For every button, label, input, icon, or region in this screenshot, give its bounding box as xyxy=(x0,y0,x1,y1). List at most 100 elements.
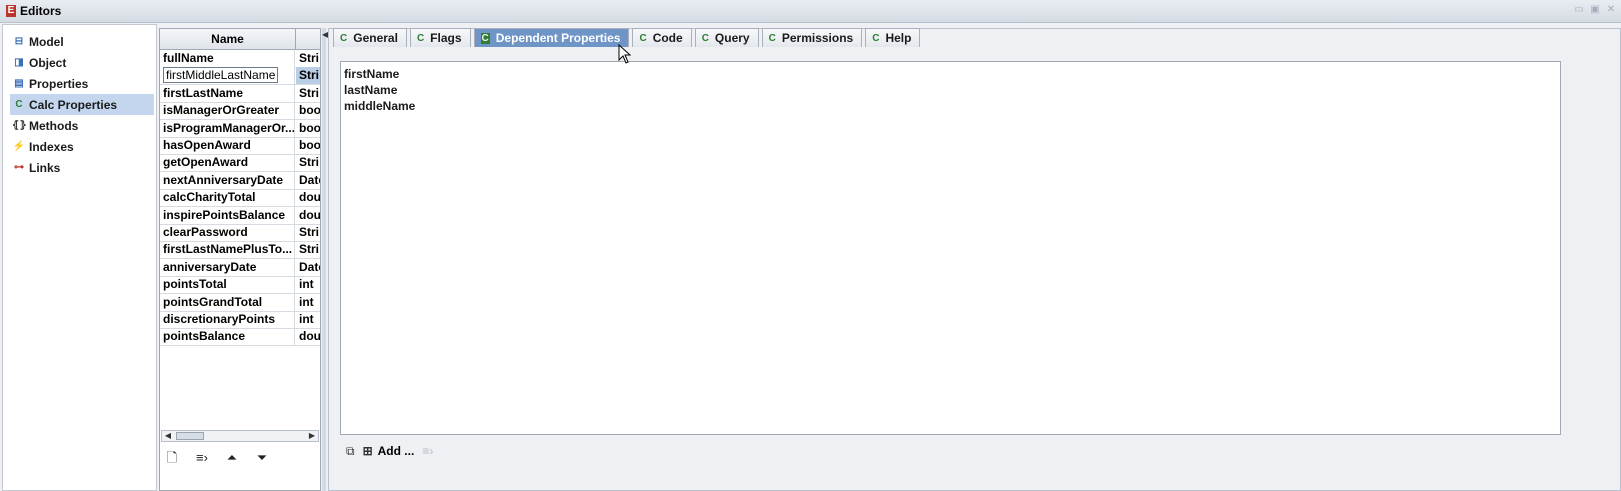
tab-dependent-properties[interactable]: C Dependent Properties xyxy=(473,28,630,47)
maximize-icon[interactable]: ▣ xyxy=(1589,4,1601,16)
type-cell[interactable]: Date xyxy=(296,259,320,276)
name-cell-editor[interactable]: firstMiddleLastName xyxy=(160,67,295,85)
nav-item-calc-properties[interactable]: C Calc Properties xyxy=(10,94,154,115)
horizontal-scrollbar[interactable]: ◀ ▶ xyxy=(161,430,319,442)
type-cell[interactable]: boo xyxy=(296,102,320,119)
type-cell[interactable]: int xyxy=(296,311,320,328)
name-cell[interactable]: firstLastNamePlusTo... xyxy=(160,241,295,259)
table-row[interactable]: inspirePointsBalance dou xyxy=(160,206,320,225)
nav-item-model[interactable]: ⊟ Model xyxy=(10,31,154,52)
methods-icon: ⦃⦄ xyxy=(12,119,27,131)
restore-icon[interactable]: ▭ xyxy=(1573,4,1585,16)
type-cell[interactable]: Stri xyxy=(296,154,320,171)
tab-permissions[interactable]: C Permissions xyxy=(761,28,863,47)
table-row[interactable]: firstLastName Stri xyxy=(160,84,320,103)
scroll-left-icon[interactable]: ◀ xyxy=(162,431,174,441)
table-row[interactable]: pointsGrandTotal int xyxy=(160,293,320,312)
table-row[interactable]: hasOpenAward boo xyxy=(160,137,320,155)
nav-item-properties[interactable]: ▤ Properties xyxy=(10,73,154,94)
type-cell[interactable]: int xyxy=(296,276,320,293)
name-cell[interactable]: fullName xyxy=(160,50,295,67)
type-cell[interactable]: Stri xyxy=(296,67,320,85)
type-cell[interactable]: Date xyxy=(296,172,320,189)
name-cell[interactable]: pointsBalance xyxy=(160,328,295,346)
name-cell[interactable]: hasOpenAward xyxy=(160,137,295,154)
table-row[interactable]: firstLastNamePlusTo... Stri xyxy=(160,241,320,260)
nav-item-object[interactable]: ◨ Object xyxy=(10,52,154,73)
table-row[interactable]: isManagerOrGreater boo xyxy=(160,102,320,121)
calc-properties-table: Name fullName Stri firstMiddleLastName Stri… xyxy=(159,28,321,491)
tab-query[interactable]: C Query xyxy=(694,28,759,47)
table-row[interactable]: nextAnniversaryDate Date xyxy=(160,171,320,190)
type-cell[interactable]: Stri xyxy=(296,224,320,241)
name-cell-text: discretionaryPoints xyxy=(163,312,276,326)
remove-icon[interactable]: ≡› xyxy=(422,444,433,458)
type-cell[interactable]: Stri xyxy=(296,50,320,67)
tab-help[interactable]: C Help xyxy=(865,28,921,47)
object-icon: ◨ xyxy=(14,56,24,68)
name-cell[interactable]: nextAnniversaryDate xyxy=(160,171,295,189)
table-row[interactable]: discretionaryPoints int xyxy=(160,311,320,329)
nav-item-indexes[interactable]: ⚡ Indexes xyxy=(10,136,154,157)
name-cell[interactable]: anniversaryDate xyxy=(160,258,295,276)
name-cell[interactable]: clearPassword xyxy=(160,224,295,241)
scroll-right-icon[interactable]: ▶ xyxy=(306,431,318,441)
list-item[interactable]: lastName xyxy=(344,82,1557,98)
type-cell[interactable]: dou xyxy=(296,328,320,345)
tab-label: Query xyxy=(714,31,750,45)
open-external-icon[interactable]: ⧉ xyxy=(346,444,355,459)
move-to-bottom-icon[interactable]: ⏷ xyxy=(252,449,272,467)
type-cell[interactable]: Stri xyxy=(296,85,320,102)
tab-label: Help xyxy=(885,31,912,45)
table-row[interactable]: calcCharityTotal dou xyxy=(160,189,320,208)
list-item[interactable]: firstName xyxy=(344,66,1557,82)
type-cell[interactable]: dou xyxy=(296,207,320,224)
table-row[interactable]: getOpenAward Stri xyxy=(160,154,320,173)
nav-item-methods[interactable]: ⦃⦄ Methods xyxy=(10,115,154,136)
nav-item-links[interactable]: ⊶ Links xyxy=(10,157,154,178)
table-row[interactable]: pointsBalance dou xyxy=(160,328,320,347)
type-cell[interactable]: Stri xyxy=(296,241,320,258)
scrollbar-thumb[interactable] xyxy=(176,432,204,440)
tab-flags[interactable]: C Flags xyxy=(409,28,471,47)
tab-label: Dependent Properties xyxy=(495,31,621,45)
name-cell[interactable]: isProgramManagerOr... xyxy=(160,119,295,137)
table-row[interactable]: isProgramManagerOr... boo xyxy=(160,119,320,138)
column-header-name[interactable]: Name xyxy=(160,29,296,49)
tab-label: Permissions xyxy=(781,31,854,45)
type-cell[interactable]: int xyxy=(296,294,320,311)
table-row[interactable]: fullName Stri xyxy=(160,50,320,68)
name-cell[interactable]: isManagerOrGreater xyxy=(160,102,295,120)
name-cell[interactable]: discretionaryPoints xyxy=(160,311,295,328)
add-button[interactable]: ⊞ Add ... xyxy=(363,444,415,458)
new-item-icon[interactable]: 🗋 xyxy=(162,449,182,467)
name-cell[interactable]: calcCharityTotal xyxy=(160,189,295,207)
type-cell[interactable]: dou xyxy=(296,189,320,206)
insert-row-icon[interactable]: ≡› xyxy=(192,449,212,467)
move-to-top-icon[interactable]: ⏶ xyxy=(222,449,242,467)
name-cell-text: clearPassword xyxy=(163,225,248,239)
model-icon: ⊟ xyxy=(14,35,24,47)
name-cell-text: inspirePointsBalance xyxy=(163,207,286,222)
name-cell[interactable]: pointsTotal xyxy=(160,276,295,294)
dependent-properties-list[interactable]: firstName lastName middleName xyxy=(340,61,1561,435)
window-controls: ▭ ▣ ✕ xyxy=(1573,4,1617,16)
table-row[interactable]: firstMiddleLastName Stri xyxy=(160,67,320,86)
type-cell[interactable]: boo xyxy=(296,137,320,154)
panel-splitter[interactable]: ◀ xyxy=(322,28,328,491)
type-cell[interactable]: boo xyxy=(296,120,320,137)
list-item[interactable]: middleName xyxy=(344,98,1557,114)
table-row[interactable]: anniversaryDate Date xyxy=(160,258,320,277)
tab-general[interactable]: C General xyxy=(333,28,407,47)
table-row[interactable]: clearPassword Stri xyxy=(160,224,320,242)
name-cell[interactable]: pointsGrandTotal xyxy=(160,293,295,311)
close-icon[interactable]: ✕ xyxy=(1605,4,1617,16)
table-row[interactable]: pointsTotal int xyxy=(160,276,320,295)
tab-code[interactable]: C Code xyxy=(632,28,692,47)
name-cell[interactable]: inspirePointsBalance xyxy=(160,206,295,224)
name-cell[interactable]: getOpenAward xyxy=(160,154,295,172)
links-icon: ⊶ xyxy=(14,161,24,173)
table-header: Name xyxy=(160,29,320,50)
class-icon: C xyxy=(701,32,709,44)
name-cell[interactable]: firstLastName xyxy=(160,84,295,102)
